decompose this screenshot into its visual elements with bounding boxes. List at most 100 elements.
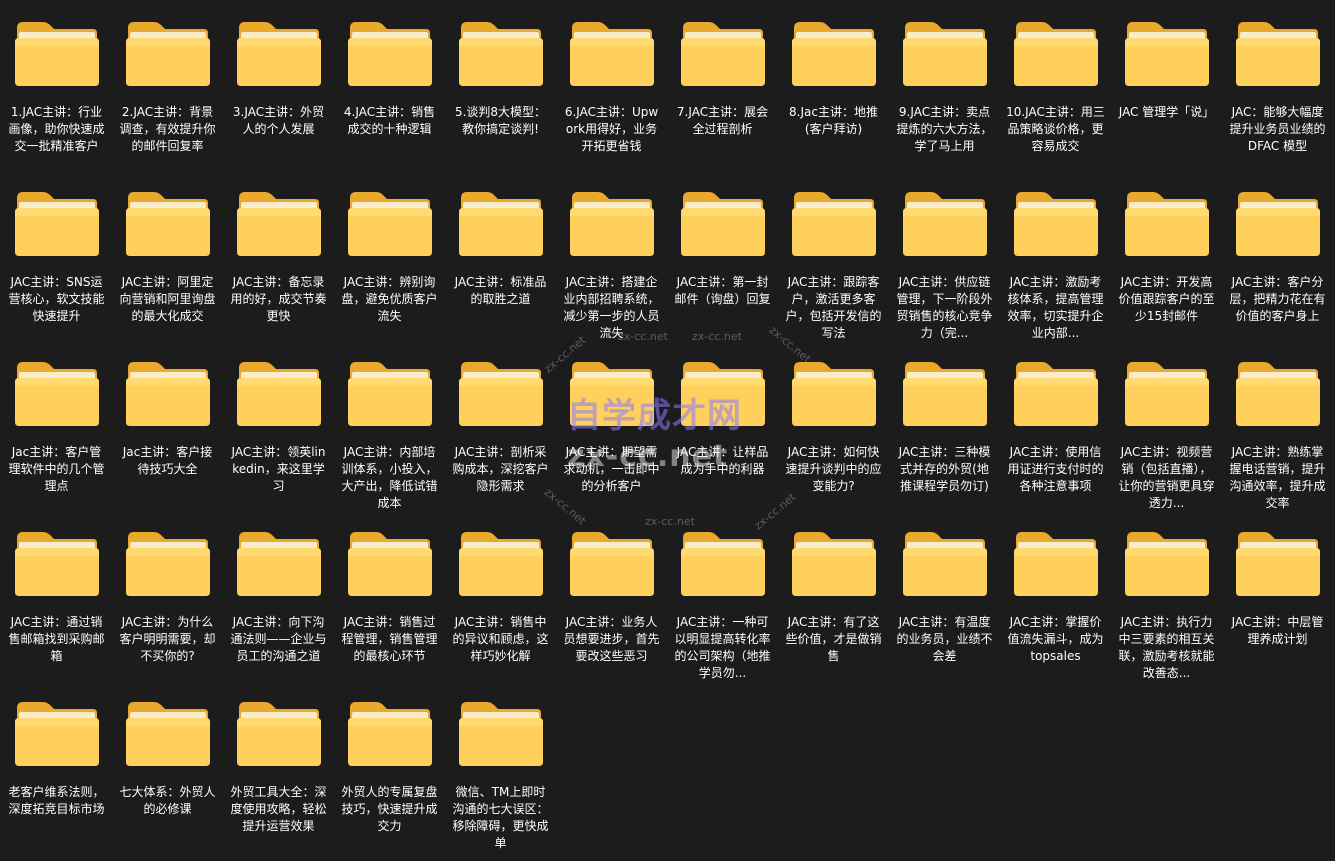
folder-icon — [14, 22, 99, 86]
folder-item[interactable]: JAC主讲：搭建企业内部招聘系统，减少第一步的人员流失 — [556, 180, 667, 350]
folder-item[interactable]: JAC主讲：如何快速提升谈判中的应变能力? — [778, 350, 889, 520]
folder-item[interactable]: JAC 管理学「说」 — [1111, 10, 1222, 180]
folder-name: 外贸工具大全：深度使用攻略，轻松提升运营效果 — [230, 785, 327, 833]
folder-icon — [347, 702, 432, 766]
folder-item[interactable]: 2.JAC主讲：背景调查，有效提升你的邮件回复率 — [112, 10, 223, 180]
folder-icon — [791, 22, 876, 86]
folder-item[interactable]: JAC主讲：熟练掌握电话营销，提升沟通效率，提升成交率 — [1222, 350, 1333, 520]
folder-name: JAC主讲：销售中的异议和顾虑，这样巧妙化解 — [452, 615, 549, 663]
folder-item[interactable]: JAC主讲：标准品的取胜之道 — [445, 180, 556, 350]
folder-item[interactable]: 老客户维系法则，深度拓竞目标市场 — [1, 690, 112, 860]
folder-item[interactable]: JAC主讲：三种模式并存的外贸(地推课程学员勿订) — [889, 350, 1000, 520]
folder-item[interactable]: JAC主讲：客户分层，把精力花在有价值的客户身上 — [1222, 180, 1333, 350]
folder-name: 10.JAC主讲：用三品策略谈价格，更容易成交 — [1006, 105, 1105, 153]
folder-name: 老客户维系法则，深度拓竞目标市场 — [8, 785, 105, 816]
folder-item[interactable]: JAC主讲：执行力中三要素的相互关联，激励考核就能改善态... — [1111, 520, 1222, 690]
folder-item[interactable]: 4.JAC主讲：销售成交的十种逻辑 — [334, 10, 445, 180]
folder-item[interactable]: JAC主讲：开发高价值跟踪客户的至少15封邮件 — [1111, 180, 1222, 350]
folder-name: JAC主讲：开发高价值跟踪客户的至少15封邮件 — [1118, 275, 1215, 323]
folder-item[interactable]: Jac主讲：客户管理软件中的几个管理点 — [1, 350, 112, 520]
folder-item[interactable]: 8.Jac主讲：地推(客户拜访) — [778, 10, 889, 180]
folder-item[interactable]: JAC主讲：期望需求动机，一击即中的分析客户 — [556, 350, 667, 520]
folder-icon — [1013, 362, 1098, 426]
folder-grid: 1.JAC主讲：行业画像，助你快速成交一批精准客户 2.JAC主讲：背景调查，有… — [1, 10, 1333, 860]
folder-item[interactable]: JAC主讲：有了这些价值，才是做销售 — [778, 520, 889, 690]
folder-name: JAC主讲：有温度的业务员，业绩不会差 — [896, 615, 993, 663]
folder-item[interactable]: JAC主讲：激励考核体系，提高管理效率，切实提升企业内部... — [1000, 180, 1111, 350]
folder-item[interactable]: JAC主讲：供应链管理，下一阶段外贸销售的核心竞争力（完... — [889, 180, 1000, 350]
folder-item[interactable]: 6.JAC主讲：Upwork用得好，业务开拓更省钱 — [556, 10, 667, 180]
folder-item[interactable]: JAC主讲：视频营销（包括直播），让你的营销更具穿透力... — [1111, 350, 1222, 520]
folder-item[interactable]: 5.谈判8大模型：教你搞定谈判! — [445, 10, 556, 180]
folder-item[interactable]: JAC主讲：剖析采购成本，深挖客户隐形需求 — [445, 350, 556, 520]
folder-icon — [125, 192, 210, 256]
folder-icon — [569, 532, 654, 596]
folder-name: JAC主讲：让样品成为手中的利器 — [676, 445, 769, 476]
folder-item[interactable]: 3.JAC主讲：外贸人的个人发展 — [223, 10, 334, 180]
folder-item[interactable]: JAC主讲：有温度的业务员，业绩不会差 — [889, 520, 1000, 690]
folder-item[interactable]: JAC主讲：业务人员想要进步，首先要改这些恶习 — [556, 520, 667, 690]
folder-name: 8.Jac主讲：地推(客户拜访) — [789, 105, 878, 136]
folder-item[interactable]: JAC主讲：使用信用证进行支付时的各种注意事项 — [1000, 350, 1111, 520]
folder-name: JAC主讲：阿里定向营销和阿里询盘的最大化成交 — [119, 275, 216, 323]
folder-name: 9.JAC主讲：卖点提炼的六大方法，学了马上用 — [896, 105, 993, 153]
folder-name: JAC主讲：三种模式并存的外贸(地推课程学员勿订) — [898, 445, 991, 493]
folder-item[interactable]: JAC主讲：销售过程管理，销售管理的最核心环节 — [334, 520, 445, 690]
folder-icon — [347, 192, 432, 256]
folder-item[interactable]: JAC主讲：第一封邮件（询盘）回复 — [667, 180, 778, 350]
folder-item[interactable]: JAC主讲：向下沟通法则——企业与员工的沟通之道 — [223, 520, 334, 690]
folder-icon — [458, 702, 543, 766]
folder-icon — [569, 192, 654, 256]
folder-icon — [1124, 362, 1209, 426]
folder-item[interactable]: 外贸工具大全：深度使用攻略，轻松提升运营效果 — [223, 690, 334, 860]
folder-icon — [458, 192, 543, 256]
folder-icon — [236, 702, 321, 766]
folder-icon — [902, 22, 987, 86]
folder-item[interactable]: JAC主讲：通过销售邮箱找到采购邮箱 — [1, 520, 112, 690]
folder-item[interactable]: JAC主讲：SNS运营核心，软文技能快速提升 — [1, 180, 112, 350]
folder-item[interactable]: JAC主讲：为什么客户明明需要，却不买你的? — [112, 520, 223, 690]
folder-icon — [1013, 192, 1098, 256]
folder-icon — [1124, 192, 1209, 256]
folder-name: JAC主讲：内部培训体系，小投入，大产出，降低试错成本 — [341, 445, 438, 510]
folder-item[interactable]: JAC主讲：中层管理养成计划 — [1222, 520, 1333, 690]
folder-item[interactable]: 外贸人的专属复盘技巧，快速提升成交力 — [334, 690, 445, 860]
folder-item[interactable]: JAC主讲：跟踪客户，激活更多客户，包括开发信的写法 — [778, 180, 889, 350]
folder-name: JAC主讲：SNS运营核心，软文技能快速提升 — [8, 275, 105, 323]
folder-name: JAC主讲：执行力中三要素的相互关联，激励考核就能改善态... — [1118, 615, 1215, 680]
folder-item[interactable]: 7.JAC主讲：展会全过程剖析 — [667, 10, 778, 180]
folder-item[interactable]: 七大体系：外贸人的必修课 — [112, 690, 223, 860]
folder-name: 七大体系：外贸人的必修课 — [119, 785, 216, 816]
folder-item[interactable]: JAC主讲：阿里定向营销和阿里询盘的最大化成交 — [112, 180, 223, 350]
folder-icon — [236, 532, 321, 596]
folder-icon — [680, 192, 765, 256]
folder-name: JAC主讲：熟练掌握电话营销，提升沟通效率，提升成交率 — [1229, 445, 1326, 510]
folder-item[interactable]: JAC：能够大幅度提升业务员业绩的 DFAC 模型 — [1222, 10, 1333, 180]
folder-item[interactable]: 1.JAC主讲：行业画像，助你快速成交一批精准客户 — [1, 10, 112, 180]
folder-icon — [1124, 22, 1209, 86]
file-explorer-view: 1.JAC主讲：行业画像，助你快速成交一批精准客户 2.JAC主讲：背景调查，有… — [0, 0, 1335, 861]
folder-icon — [1013, 22, 1098, 86]
folder-item[interactable]: JAC主讲：内部培训体系，小投入，大产出，降低试错成本 — [334, 350, 445, 520]
folder-item[interactable]: JAC主讲：辨别询盘，避免优质客户流失 — [334, 180, 445, 350]
folder-name: 6.JAC主讲：Upwork用得好，业务开拓更省钱 — [564, 105, 659, 153]
folder-name: JAC主讲：销售过程管理，销售管理的最核心环节 — [341, 615, 438, 663]
folder-icon — [14, 702, 99, 766]
folder-item[interactable]: 10.JAC主讲：用三品策略谈价格，更容易成交 — [1000, 10, 1111, 180]
folder-name: JAC主讲：领英linkedin，来这里学习 — [231, 445, 326, 493]
folder-icon — [14, 532, 99, 596]
folder-item[interactable]: JAC主讲：一种可以明显提高转化率的公司架构（地推学员勿... — [667, 520, 778, 690]
folder-name: 外贸人的专属复盘技巧，快速提升成交力 — [341, 785, 438, 833]
folder-item[interactable]: JAC主讲：掌握价值流失漏斗，成为topsales — [1000, 520, 1111, 690]
folder-item[interactable]: Jac主讲：客户接待技巧大全 — [112, 350, 223, 520]
folder-icon — [347, 22, 432, 86]
folder-item[interactable]: JAC主讲：领英linkedin，来这里学习 — [223, 350, 334, 520]
folder-icon — [458, 532, 543, 596]
folder-item[interactable]: JAC主讲：销售中的异议和顾虑，这样巧妙化解 — [445, 520, 556, 690]
folder-item[interactable]: 9.JAC主讲：卖点提炼的六大方法，学了马上用 — [889, 10, 1000, 180]
folder-item[interactable]: 微信、TM上即时沟通的七大误区：移除障碍，更快成单 — [445, 690, 556, 860]
folder-item[interactable]: JAC主讲：让样品成为手中的利器 — [667, 350, 778, 520]
folder-item[interactable]: JAC主讲：备忘录用的好，成交节奏更快 — [223, 180, 334, 350]
folder-icon — [791, 362, 876, 426]
folder-icon — [347, 362, 432, 426]
